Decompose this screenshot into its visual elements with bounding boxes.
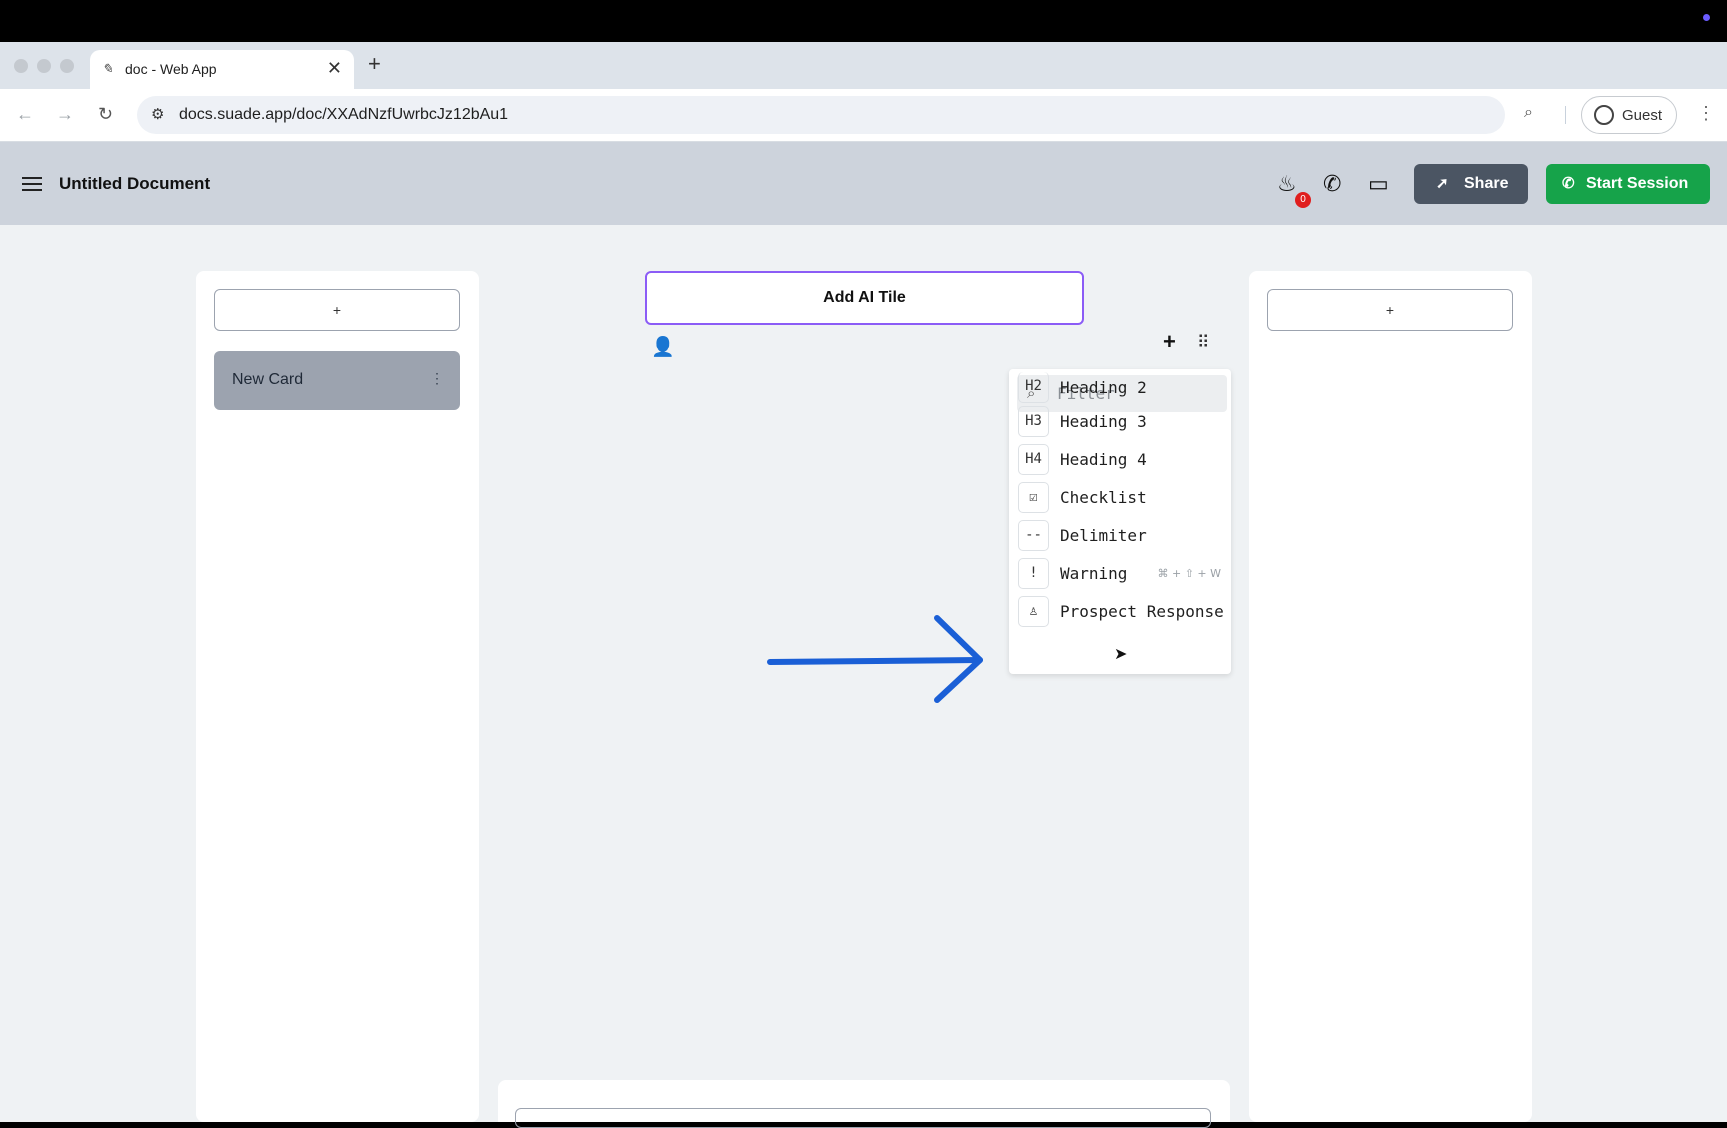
list-item[interactable]: New Card ⋮: [214, 351, 460, 410]
heading-2-icon: H2: [1018, 372, 1049, 403]
os-menu-bar: [0, 0, 1727, 42]
window-close-icon[interactable]: [14, 59, 28, 73]
browser-menu-icon[interactable]: ⋮: [1697, 103, 1715, 124]
back-arrow-icon[interactable]: ←: [16, 104, 34, 125]
profile-button[interactable]: Guest: [1581, 96, 1677, 134]
menu-item-heading-2[interactable]: H2 Heading 2: [1009, 369, 1231, 407]
menu-item-prospect-response[interactable]: ♙ Prospect Response: [1009, 593, 1231, 631]
menu-item-label: Heading 4: [1060, 450, 1147, 469]
heading-4-icon: H4: [1018, 444, 1049, 475]
tab-title: doc - Web App: [125, 61, 217, 77]
forward-arrow-icon[interactable]: →: [56, 104, 74, 125]
add-ai-tile-button[interactable]: Add AI Tile: [645, 271, 1084, 325]
menu-item-label: Delimiter: [1060, 526, 1147, 545]
bottom-panel: [498, 1080, 1230, 1128]
tab-close-icon[interactable]: ✕: [327, 58, 342, 79]
warning-shortcut: ⌘ + ⇧ + W: [1157, 567, 1221, 580]
person-icon: ♙: [1018, 596, 1049, 627]
flame-icon[interactable]: ♨: [1277, 171, 1297, 197]
notification-badge: 0: [1295, 192, 1311, 208]
card-menu-icon[interactable]: ⋮: [430, 370, 444, 387]
left-add-card-button[interactable]: +: [214, 289, 460, 331]
profile-label: Guest: [1622, 107, 1663, 124]
bottom-panel-input[interactable]: [515, 1108, 1211, 1128]
card-label: New Card: [232, 371, 304, 388]
lens-search-icon[interactable]: ⌕: [1524, 104, 1533, 122]
document-title[interactable]: Untitled Document: [59, 174, 210, 194]
right-column: [1249, 271, 1532, 1122]
monitor-icon[interactable]: ▭: [1368, 171, 1389, 197]
toolbar-divider: [1565, 106, 1566, 124]
menu-item-label: Heading 2: [1060, 378, 1147, 397]
tab-favicon-icon: ✎: [102, 61, 113, 76]
user-avatar-icon: 👤: [651, 337, 675, 358]
mouse-cursor-icon: ➤: [1114, 646, 1128, 663]
status-dot-icon: [1703, 14, 1710, 21]
block-type-menu: ⌕ H2 Heading 2 H3 Heading 3 H4 Heading 4…: [1009, 369, 1231, 674]
menu-item-label: Warning: [1060, 564, 1128, 583]
address-bar[interactable]: ⚙ docs.suade.app/doc/XXAdNzfUwrbcJz12bAu…: [137, 96, 1505, 134]
reload-icon[interactable]: ↻: [98, 104, 113, 125]
phone-icon[interactable]: ✆: [1323, 171, 1341, 197]
window-maximize-icon[interactable]: [60, 59, 74, 73]
delimiter-icon: --: [1018, 520, 1049, 551]
menu-item-delimiter[interactable]: -- Delimiter: [1009, 517, 1231, 555]
start-session-button[interactable]: ✆ Start Session: [1546, 164, 1710, 204]
right-add-card-button[interactable]: +: [1267, 289, 1513, 331]
new-tab-button[interactable]: +: [368, 51, 381, 77]
drag-handle-icon[interactable]: ⠿: [1197, 333, 1210, 353]
browser-tab[interactable]: ✎ doc - Web App ✕: [90, 50, 354, 89]
address-url[interactable]: docs.suade.app/doc/XXAdNzfUwrbcJz12bAu1: [179, 106, 508, 124]
profile-avatar-icon: [1594, 105, 1614, 125]
menu-item-warning[interactable]: ! Warning ⌘ + ⇧ + W: [1009, 555, 1231, 593]
share-icon: ➚: [1436, 175, 1449, 192]
phone-icon: ✆: [1562, 175, 1575, 192]
menu-item-label: Checklist: [1060, 488, 1147, 507]
window-minimize-icon[interactable]: [37, 59, 51, 73]
checklist-icon: ☑: [1018, 482, 1049, 513]
share-button[interactable]: ➚ Share: [1414, 164, 1528, 204]
annotation-arrow-icon: [767, 615, 983, 703]
menu-item-label: Prospect Response: [1060, 602, 1224, 621]
warning-icon: !: [1018, 558, 1049, 589]
site-settings-icon[interactable]: ⚙: [151, 105, 164, 123]
add-block-button[interactable]: +: [1163, 329, 1176, 355]
menu-item-heading-3[interactable]: H3 Heading 3: [1009, 403, 1231, 441]
menu-item-label: Heading 3: [1060, 412, 1147, 431]
hamburger-menu-icon[interactable]: [22, 177, 42, 191]
share-label: Share: [1464, 175, 1509, 192]
heading-3-icon: H3: [1018, 406, 1049, 437]
start-session-label: Start Session: [1586, 175, 1689, 192]
menu-item-heading-4[interactable]: H4 Heading 4: [1009, 441, 1231, 479]
menu-item-checklist[interactable]: ☑ Checklist: [1009, 479, 1231, 517]
